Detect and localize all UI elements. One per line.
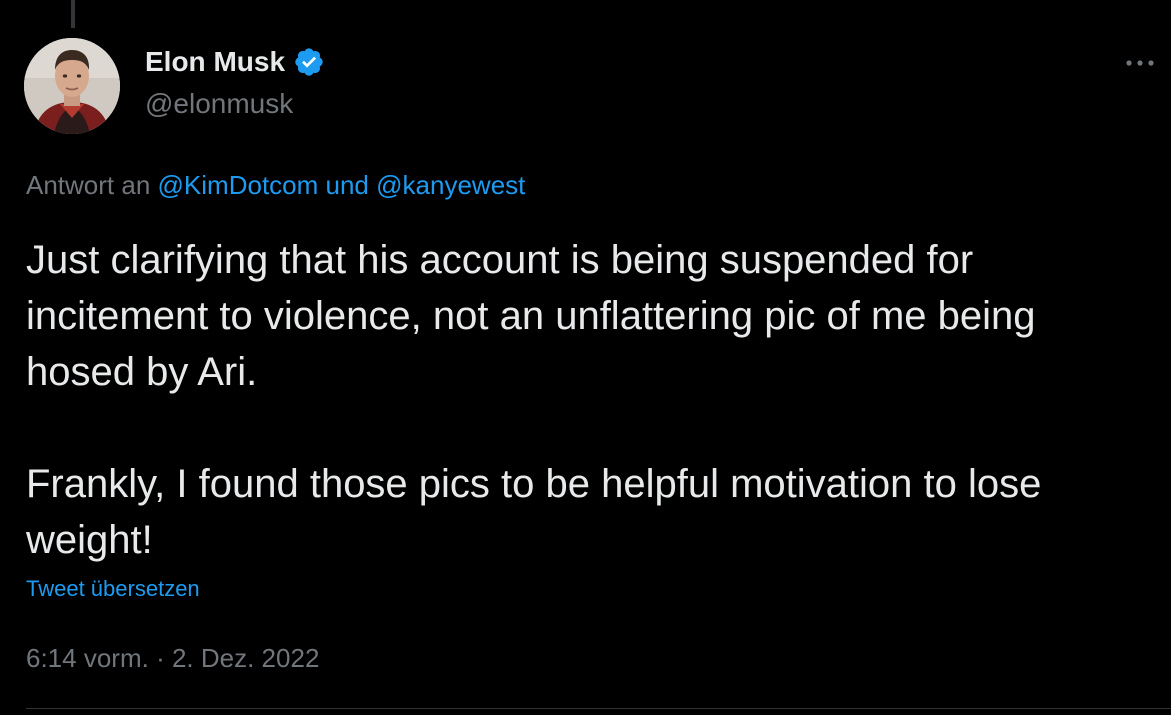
mention-link-kanyewest[interactable]: @kanyewest (376, 170, 525, 200)
thread-connector-line (71, 0, 75, 28)
reply-prefix: Antwort an (26, 170, 151, 200)
reply-conjunction[interactable]: und (326, 170, 369, 200)
timestamp-separator: · (156, 643, 165, 673)
author-handle[interactable]: @elonmusk (145, 86, 325, 122)
tweet-paragraph: Frankly, I found those pics to be helpfu… (26, 462, 1042, 562)
tweet-text: Just clarifying that his account is bein… (26, 232, 1146, 568)
mention-link-kimdotcom[interactable]: @KimDotcom (158, 170, 319, 200)
more-options-button[interactable] (1120, 46, 1160, 80)
avatar-image (24, 38, 120, 134)
tweet-date[interactable]: 2. Dez. 2022 (172, 643, 319, 673)
avatar[interactable] (24, 38, 120, 134)
tweet-time[interactable]: 6:14 vorm. (26, 643, 149, 673)
tweet-timestamp: 6:14 vorm. · 2. Dez. 2022 (26, 640, 319, 676)
tweet-author: Elon Musk @elonmusk (145, 44, 325, 122)
divider (26, 708, 1171, 709)
author-display-name[interactable]: Elon Musk (145, 44, 285, 80)
reply-context: Antwort an @KimDotcom und @kanyewest (26, 168, 525, 202)
translate-tweet-link[interactable]: Tweet übersetzen (26, 575, 200, 603)
more-options-icon (1126, 60, 1154, 66)
tweet-paragraph: Just clarifying that his account is bein… (26, 238, 1036, 394)
verified-badge-icon[interactable] (293, 46, 325, 78)
author-name-row[interactable]: Elon Musk (145, 44, 325, 80)
